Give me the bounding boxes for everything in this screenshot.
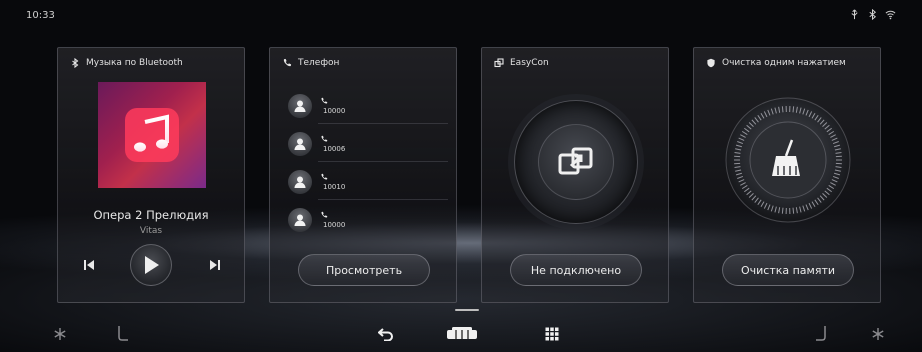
- contact-row[interactable]: 10000: [288, 88, 448, 124]
- divider: [318, 199, 448, 200]
- contact-number: 10010: [323, 183, 346, 191]
- easycon-icon: [494, 58, 504, 68]
- prev-icon: [84, 260, 94, 270]
- contact-number: 10000: [323, 107, 346, 115]
- clean-dial: [725, 97, 851, 223]
- seat-right-button[interactable]: [810, 322, 834, 346]
- dial-tick: [792, 207, 795, 214]
- app-grid-button[interactable]: [540, 322, 564, 346]
- status-time: 10:33: [26, 10, 55, 21]
- bluetooth-music-card[interactable]: Музыка по Bluetooth Опера 2 Прелюдия Vit…: [57, 47, 245, 303]
- song-title: Опера 2 Прелюдия: [93, 208, 209, 222]
- play-icon: [145, 256, 159, 274]
- contact-row[interactable]: 10006: [288, 126, 448, 162]
- clean-memory-button[interactable]: Очистка памяти: [722, 254, 854, 286]
- call-icon: [321, 173, 328, 180]
- bluetooth-music-title-label: Музыка по Bluetooth: [86, 58, 183, 68]
- phone-title-label: Телефон: [298, 58, 340, 68]
- easycon-title: EasyCon: [494, 58, 549, 68]
- climate-left-button[interactable]: [50, 324, 70, 344]
- contact-number: 10006: [323, 145, 346, 153]
- bluetooth-icon: [869, 9, 877, 20]
- bluetooth-icon: [72, 58, 79, 68]
- contact-avatar: [288, 208, 312, 232]
- wifi-icon: [885, 10, 896, 20]
- person-icon: [294, 214, 306, 226]
- play-button[interactable]: [130, 244, 172, 286]
- next-track-button[interactable]: [206, 256, 224, 274]
- seat-right-icon: [816, 326, 826, 341]
- seat-left-icon: [118, 326, 128, 341]
- connection-status-button[interactable]: Не подключено: [510, 254, 642, 286]
- next-icon: [210, 260, 220, 270]
- dial-tick: [781, 207, 784, 214]
- app-grid-icon: [545, 327, 559, 341]
- music-note-icon: [125, 108, 179, 162]
- climate-right-icon: [872, 328, 884, 340]
- climate-right-button[interactable]: [868, 324, 888, 344]
- easycon-title-label: EasyCon: [510, 58, 549, 68]
- phone-title: Телефон: [282, 58, 339, 68]
- head-unit-screen: 10:33 Музыка по Bluetooth Опера 2 Прелюд…: [0, 0, 922, 352]
- back-button[interactable]: [374, 322, 398, 346]
- status-icons: [849, 9, 896, 20]
- phone-icon: [283, 58, 292, 67]
- screen-mirror-icon: [558, 147, 593, 175]
- person-icon: [294, 100, 306, 112]
- phone-card[interactable]: Телефон 10000 10006 10010 10000 Просмотр…: [269, 47, 457, 303]
- climate-left-icon: [54, 328, 66, 340]
- contact-number: 10000: [323, 221, 346, 229]
- call-icon: [321, 211, 328, 218]
- song-artist: Vitas: [139, 226, 163, 236]
- easycon-connect-button[interactable]: [514, 100, 638, 224]
- divider: [318, 161, 448, 162]
- divider: [318, 123, 448, 124]
- clean-card[interactable]: Очистка одним нажатием Очистка памяти: [693, 47, 881, 303]
- person-icon: [294, 138, 306, 150]
- contact-avatar: [288, 132, 312, 156]
- contact-avatar: [288, 94, 312, 118]
- usb-icon: [851, 9, 858, 20]
- car-home-icon: [447, 327, 477, 339]
- dial-tick: [792, 106, 795, 113]
- home-indicator: [455, 309, 479, 311]
- seat-left-button[interactable]: [110, 322, 134, 346]
- call-icon: [321, 135, 328, 142]
- dial-tick: [781, 106, 784, 113]
- person-icon: [294, 176, 306, 188]
- clean-title-label: Очистка одним нажатием: [722, 58, 846, 68]
- clean-title: Очистка одним нажатием: [706, 58, 846, 68]
- contact-row[interactable]: 10000: [288, 202, 448, 238]
- album-art: [98, 82, 206, 188]
- contact-avatar: [288, 170, 312, 194]
- previous-track-button[interactable]: [80, 256, 98, 274]
- easycon-card[interactable]: EasyCon Не подключено: [481, 47, 669, 303]
- contact-row[interactable]: 10010: [288, 164, 448, 200]
- easycon-ring-inner: [538, 124, 614, 200]
- car-home-button[interactable]: [444, 322, 480, 346]
- shield-icon: [707, 58, 715, 68]
- call-icon: [321, 97, 328, 104]
- back-icon: [378, 328, 393, 341]
- view-contacts-button[interactable]: Просмотреть: [298, 254, 430, 286]
- bluetooth-music-title: Музыка по Bluetooth: [70, 58, 183, 68]
- clean-dial-button[interactable]: [724, 96, 852, 224]
